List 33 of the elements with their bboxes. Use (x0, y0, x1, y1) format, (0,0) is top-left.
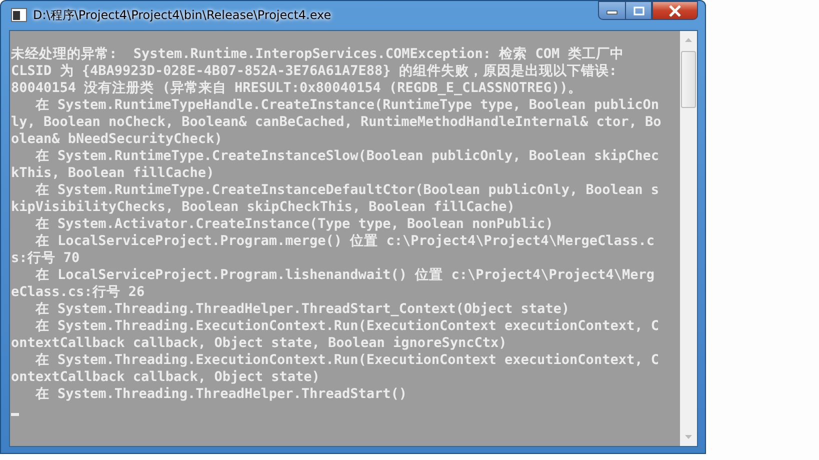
console-line: kThis, Boolean fillCache) (11, 165, 216, 182)
console-line: 未经处理的异常: System.Runtime.InteropServices.COMException: 检索 COM 类工厂中 (11, 46, 625, 63)
console-line: 在 System.Threading.ExecutionContext.Run(ExecutionContext executionContext, C (34, 318, 660, 335)
minimize-button[interactable] (598, 1, 625, 20)
console-line: ly, Boolean noCheck, Boolean& canBeCached, RuntimeMethodHandleInternal& ctor, Bo (11, 114, 662, 131)
console-line: s:行号 70 (11, 250, 81, 267)
console-line: 在 System.Threading.ThreadHelper.ThreadStart() (34, 386, 408, 403)
console-line: kipVisibilityChecks, Boolean skipCheckThis, Boolean fillCache) (11, 199, 516, 216)
maximize-button[interactable] (625, 1, 652, 20)
console-line: 在 System.Threading.ThreadHelper.ThreadStart_Context(Object state) (34, 301, 571, 318)
scroll-up-icon (684, 37, 693, 43)
console-line: 在 System.RuntimeType.CreateInstanceDefaultCtor(Boolean publicOnly, Boolean s (34, 182, 660, 199)
console-line: olean& bNeedSecurityCheck) (11, 131, 224, 148)
text-cursor (11, 413, 19, 416)
window-title: D:\程序\Project4\Project4\bin\Release\Project4.exe (33, 7, 332, 24)
console-line: 在 System.RuntimeType.CreateInstanceSlow(Boolean publicOnly, Boolean skipChec (34, 148, 660, 165)
console-line: ontextCallback callback, Object state, Boolean ignoreSyncCtx) (11, 335, 508, 352)
close-button[interactable] (652, 1, 698, 20)
console-line: 在 LocalServiceProject.Program.lishenandwait() 位置 c:\Project4\Project4\Merg (34, 267, 656, 284)
console-line: 80040154 没有注册类 (异常来自 HRESULT:0x80040154 (REGDB_E_CLASSNOTREG))。 (11, 80, 583, 97)
console-line: 在 System.Activator.CreateInstance(Type type, Boolean nonPublic) (34, 216, 554, 233)
scroll-down-icon (684, 434, 693, 440)
console-line: eClass.cs:行号 26 (11, 284, 146, 301)
maximize-icon (632, 6, 644, 16)
console-line: 在 System.RuntimeTypeHandle.CreateInstance(RuntimeType type, Boolean publicOn (34, 97, 660, 114)
console-line: 在 System.Threading.ExecutionContext.Run(ExecutionContext executionContext, C (34, 352, 660, 369)
console-line: ontextCallback callback, Object state) (11, 369, 321, 386)
console-line: 在 LocalServiceProject.Program.merge() 位置 c:\Project4\Project4\MergeClass.c (34, 233, 656, 250)
console-app-icon (11, 8, 27, 22)
close-icon (668, 4, 682, 16)
vertical-scrollbar[interactable] (680, 31, 697, 446)
scroll-thumb[interactable] (681, 51, 696, 108)
console-line: CLSID 为 {4BA9923D-028E-4B07-852A-3E76A61A7E88} 的组件失败，原因是出现以下错误: (11, 63, 618, 80)
